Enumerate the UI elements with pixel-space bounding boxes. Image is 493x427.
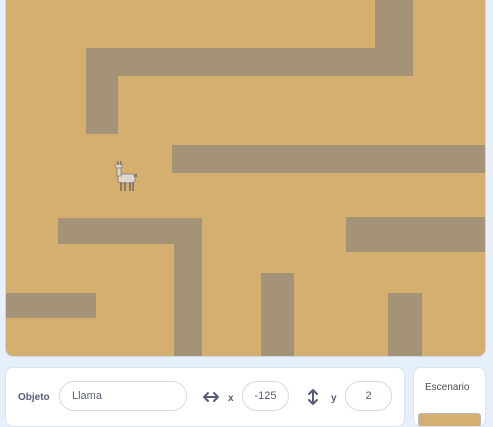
x-label: x [228,393,234,404]
stage-selector[interactable]: Escenario [413,367,486,427]
llama-sprite[interactable] [112,160,142,194]
stage-canvas[interactable] [5,0,486,357]
y-position-input[interactable] [345,381,392,411]
sprite-info-panel: Objeto x y [5,367,405,427]
stage-thumbnail[interactable] [418,413,481,426]
x-position-input[interactable] [242,381,289,411]
sprite-name-input[interactable] [59,381,187,411]
maze-wall [388,293,422,356]
maze-wall [86,48,118,134]
horizontal-arrows-icon [203,392,219,402]
maze-wall [86,48,412,76]
maze-wall [261,273,294,356]
stage-panel-title: Escenario [425,382,470,393]
y-label: y [331,393,337,404]
maze-wall [6,293,96,318]
maze-wall [172,145,485,173]
vertical-arrows-icon [308,389,318,405]
maze-wall [174,218,202,356]
object-label: Objeto [18,392,50,403]
maze-wall [346,217,485,252]
